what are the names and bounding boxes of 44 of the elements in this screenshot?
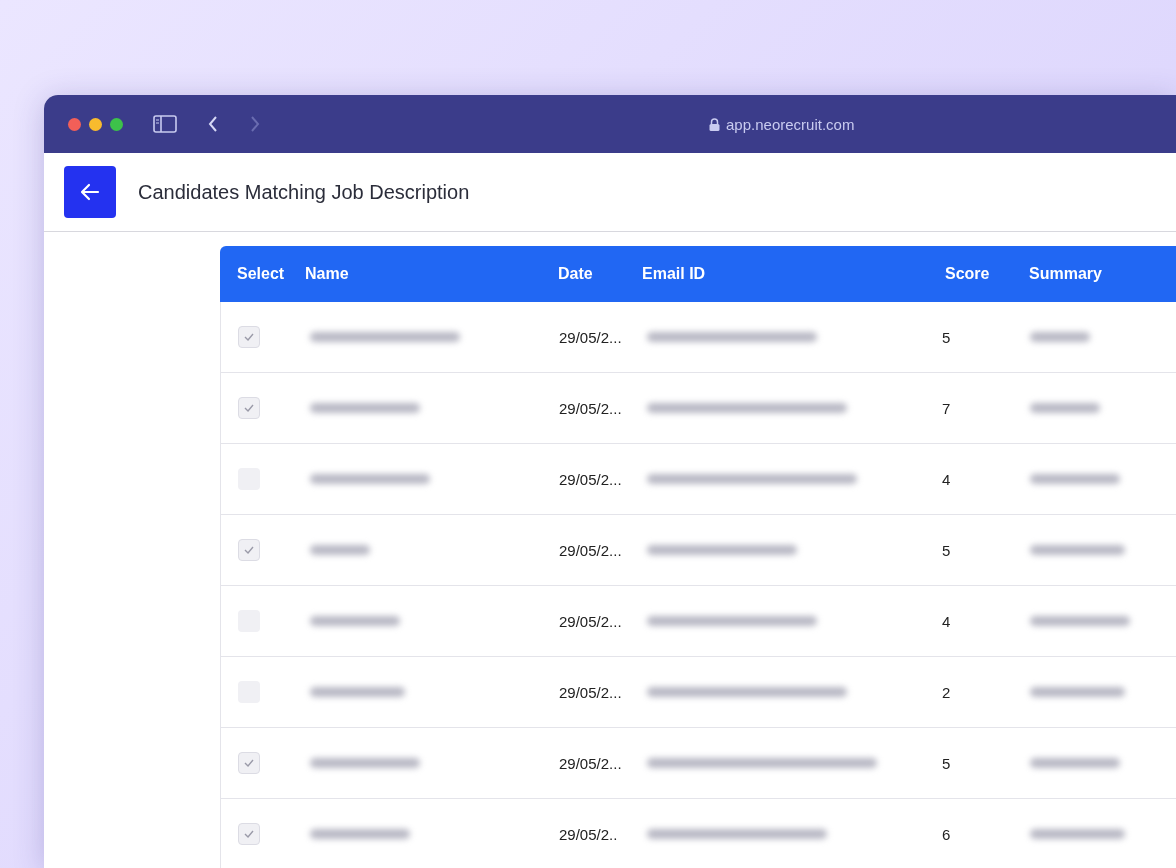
table-cell: 2 bbox=[942, 683, 951, 701]
blurred-text bbox=[1030, 332, 1090, 342]
table-cell: 29/05/2... bbox=[559, 470, 622, 488]
checkmark-icon bbox=[244, 830, 254, 838]
table-cell: 29/05/2... bbox=[559, 683, 622, 701]
column-header: Summary bbox=[1029, 265, 1103, 283]
table-cell: 6 bbox=[942, 825, 951, 843]
table-cell: 7 bbox=[942, 399, 951, 417]
blurred-text bbox=[310, 545, 370, 555]
back-arrow-icon bbox=[80, 183, 100, 201]
table-cell: 5 bbox=[942, 541, 951, 559]
table-cell: 29/05/2... bbox=[559, 399, 622, 417]
page-title: Candidates Matching Job Description bbox=[138, 180, 470, 204]
table-cell: 29/05/2... bbox=[559, 328, 622, 346]
table-cell: 29/05/2.. bbox=[559, 825, 618, 843]
column-header: Select bbox=[236, 265, 286, 283]
table-cell: 29/05/2... bbox=[559, 754, 622, 772]
checkmark-icon bbox=[244, 333, 254, 341]
checkbox[interactable] bbox=[238, 752, 260, 774]
checkbox[interactable] bbox=[238, 326, 260, 348]
checkmark-icon bbox=[244, 546, 254, 554]
lock-icon bbox=[709, 117, 720, 131]
table-cell: 5 bbox=[942, 754, 951, 772]
table-cell: 5 bbox=[942, 328, 951, 346]
minimize-button[interactable] bbox=[89, 117, 102, 131]
column-header: Email ID bbox=[642, 265, 707, 283]
blurred-text bbox=[1030, 403, 1100, 413]
table-cell: 4 bbox=[942, 470, 951, 488]
address-text[interactable]: app.neorecruit.com bbox=[726, 115, 855, 133]
maximize-button[interactable] bbox=[110, 117, 123, 131]
column-header: Date bbox=[558, 265, 594, 283]
checkbox[interactable] bbox=[238, 539, 260, 561]
table-cell: 4 bbox=[942, 612, 951, 630]
column-header: Score bbox=[945, 265, 991, 283]
checkmark-icon bbox=[244, 759, 254, 767]
checkbox[interactable] bbox=[238, 397, 260, 419]
table-cell: 29/05/2... bbox=[559, 612, 622, 630]
column-header: Name bbox=[305, 265, 350, 283]
checkmark-icon bbox=[244, 404, 254, 412]
checkbox[interactable] bbox=[238, 823, 260, 845]
back-button[interactable] bbox=[64, 166, 116, 218]
table-cell: 29/05/2... bbox=[559, 541, 622, 559]
close-button[interactable] bbox=[68, 117, 81, 131]
sidebar-icon[interactable] bbox=[153, 115, 177, 133]
